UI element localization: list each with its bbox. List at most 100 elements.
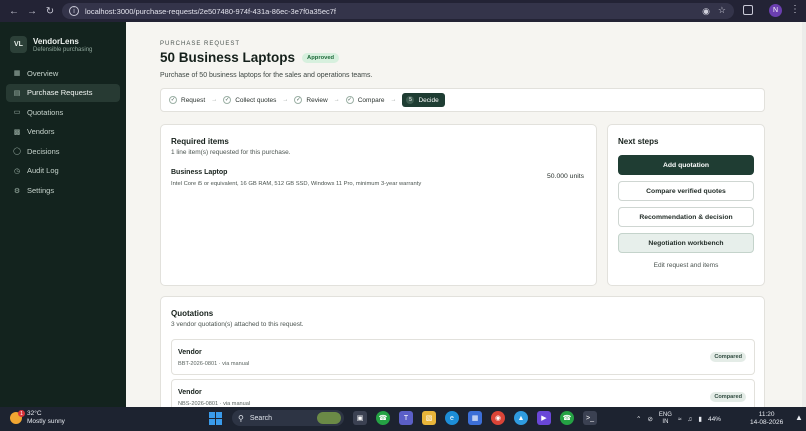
status-badge: Compared (710, 392, 746, 402)
sidebar-item-label: Vendors (27, 127, 55, 137)
status-badge: Approved (302, 52, 340, 63)
sidebar-item-vendors[interactable]: ▩ Vendors (6, 123, 120, 141)
next-steps-title: Next steps (618, 137, 659, 146)
browser-toolbar: ← → ↻ i localhost:3000/purchase-requests… (0, 0, 806, 22)
wifi-icon[interactable]: ≈ (678, 416, 682, 423)
add-quotation-button[interactable]: Add quotation (618, 155, 754, 175)
language-indicator[interactable]: ENG IN (659, 412, 672, 426)
bookmark-star-icon[interactable]: ☆ (718, 5, 726, 16)
site-info-icon[interactable]: i (69, 6, 79, 16)
quotation-row[interactable]: Vendor NBS-2026-0801 · via manual Compar… (171, 379, 755, 407)
sidebar-item-audit-log[interactable]: ◷ Audit Log (6, 162, 120, 180)
edge-icon[interactable]: e (445, 411, 459, 425)
windows-start-icon[interactable] (209, 411, 222, 425)
step-label: Review (306, 96, 328, 104)
arrow-right-icon: → (282, 97, 289, 103)
weather-temp: 32°C (27, 410, 42, 417)
clock-icon: ◷ (13, 167, 21, 175)
status-badge: Compared (710, 352, 746, 362)
required-items-title: Required items (171, 137, 229, 146)
sidebar-item-label: Audit Log (27, 166, 59, 176)
teams-icon[interactable]: T (399, 411, 413, 425)
terminal-icon[interactable]: >_ (583, 411, 597, 425)
sidebar: VL VendorLens Defensible purchasing ▦ Ov… (0, 22, 126, 407)
arrow-right-icon: → (333, 97, 340, 103)
scrollbar[interactable] (802, 22, 806, 407)
building-icon: ▩ (13, 128, 21, 136)
url-text: localhost:3000/purchase-requests/2e50748… (85, 6, 337, 16)
sidebar-item-overview[interactable]: ▦ Overview (6, 64, 120, 82)
eye-icon[interactable]: ◉ (702, 6, 710, 17)
item-quantity: 50.000 units (547, 173, 585, 180)
reload-icon[interactable]: ↻ (42, 3, 58, 19)
item-name: Business Laptop (171, 169, 228, 176)
negotiation-workbench-button[interactable]: Negotiation workbench (618, 233, 754, 253)
sun-icon: 1 (10, 410, 25, 424)
notification-bell-icon[interactable]: ▲ (795, 413, 803, 422)
quotations-subtitle: 3 vendor quotation(s) attached to this r… (171, 321, 304, 328)
page-eyebrow: PURCHASE REQUEST (160, 41, 241, 47)
quotations-card: Quotations 3 vendor quotation(s) attache… (160, 296, 765, 407)
quotation-row[interactable]: Vendor BBT-2026-0801 · via manual Compar… (171, 339, 755, 375)
compare-quotes-button[interactable]: Compare verified quotes (618, 181, 754, 201)
time: 11:20 (758, 411, 775, 418)
app-icon[interactable]: ▲ (514, 411, 528, 425)
task-view-icon[interactable]: ▣ (353, 411, 367, 425)
sidebar-item-settings[interactable]: ⚙ Settings (6, 182, 120, 200)
app-icon[interactable]: ▶ (537, 411, 551, 425)
weather-widget[interactable]: 1 32°C Mostly sunny (10, 410, 65, 426)
edit-request-link[interactable]: Edit request and items (618, 262, 754, 269)
extensions-icon[interactable] (743, 5, 753, 15)
sidebar-item-purchase-requests[interactable]: ▤ Purchase Requests (6, 83, 120, 102)
language-region: IN (662, 419, 669, 425)
sidebar-item-label: Purchase Requests (27, 88, 93, 98)
address-bar[interactable]: i localhost:3000/purchase-requests/2e507… (62, 3, 734, 19)
profile-avatar[interactable]: N (769, 4, 782, 17)
system-tray: ⌃ ⊘ ENG IN ≈ ♫ ▮ 44% (636, 412, 727, 426)
sidebar-item-label: Quotations (27, 107, 64, 117)
weather-desc: Mostly sunny (27, 418, 65, 425)
sidebar-item-decisions[interactable]: ◯ Decisions (6, 142, 120, 160)
volume-icon[interactable]: ♫ (688, 416, 693, 423)
whatsapp-icon[interactable]: ☎ (376, 411, 390, 425)
file-explorer-icon[interactable]: ▧ (422, 411, 436, 425)
main-content: PURCHASE REQUEST 50 Business Laptops App… (126, 22, 802, 407)
item-description: Intel Core i5 or equivalent, 16 GB RAM, … (171, 181, 422, 187)
browser-menu-icon[interactable]: ⋮ (790, 4, 800, 15)
workflow-stepper: ✓ Request → ✓ Collect quotes → ✓ Review … (160, 88, 765, 112)
search-highlight-image (317, 412, 341, 424)
recommendation-decision-button[interactable]: Recommendation & decision (618, 207, 754, 227)
brand[interactable]: VL VendorLens Defensible purchasing (10, 36, 92, 53)
required-items-subtitle: 1 line item(s) requested for this purcha… (171, 149, 291, 156)
taskbar-search[interactable]: ⚲ Search (232, 410, 344, 426)
check-icon: ✓ (223, 96, 232, 104)
step-collect-quotes[interactable]: ✓ Collect quotes (223, 96, 276, 104)
notifications-off-icon[interactable]: ⊘ (647, 415, 652, 423)
search-icon: ⚲ (238, 413, 244, 423)
chrome-icon[interactable]: ◉ (491, 411, 505, 425)
gear-icon: ⚙ (13, 187, 21, 195)
step-request[interactable]: ✓ Request (169, 96, 205, 104)
whatsapp-business-icon[interactable]: ☎ (560, 411, 574, 425)
clock[interactable]: 11:20 14-08-2026 (750, 411, 783, 427)
sidebar-item-quotations[interactable]: ▭ Quotations (6, 103, 120, 121)
chevron-up-icon[interactable]: ⌃ (636, 415, 641, 423)
arrow-right-icon: → (390, 97, 397, 103)
document-icon: ▤ (13, 89, 21, 97)
app-name: VendorLens (33, 36, 79, 46)
battery-icon[interactable]: ▮ (698, 415, 702, 423)
taskbar: 1 32°C Mostly sunny ⚲ Search ▣ ☎ T ▧ e ▦… (0, 407, 806, 431)
step-compare[interactable]: ✓ Compare (345, 96, 384, 104)
grid-icon: ▦ (13, 70, 21, 77)
sidebar-item-label: Overview (27, 68, 59, 78)
check-icon: ✓ (169, 96, 177, 104)
sidebar-item-label: Settings (27, 186, 55, 196)
back-icon[interactable]: ← (6, 3, 22, 19)
forward-icon[interactable]: → (24, 3, 40, 19)
step-decide[interactable]: 5 Decide (402, 93, 445, 107)
quote-icon: ▭ (13, 109, 21, 117)
step-review[interactable]: ✓ Review (294, 96, 328, 104)
store-icon[interactable]: ▦ (468, 411, 482, 425)
sidebar-nav: ▦ Overview ▤ Purchase Requests ▭ Quotati… (6, 64, 120, 201)
step-number: 5 (406, 96, 415, 104)
